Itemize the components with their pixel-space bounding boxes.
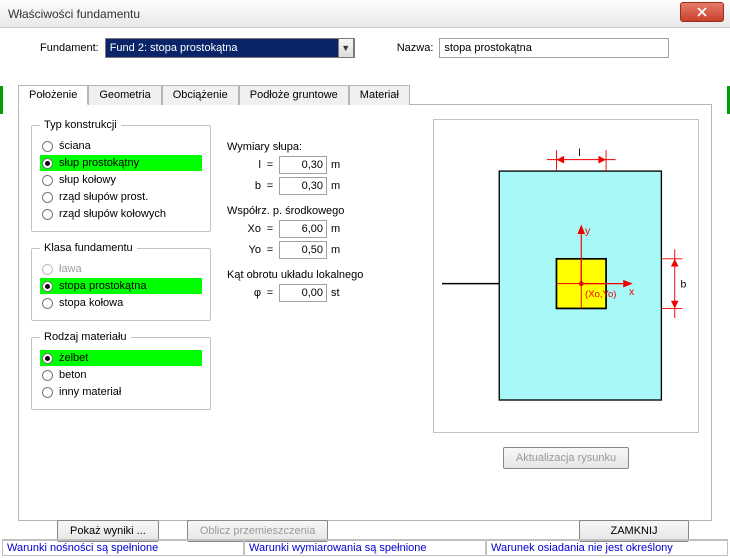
y-axis-label: y	[585, 226, 591, 237]
diagram-svg: y x (Xo,Yo) l	[442, 128, 690, 424]
phi-label: φ	[227, 287, 261, 299]
radio-stopa-kol[interactable]: stopa kołowa	[40, 295, 202, 311]
radio-stopa-prost[interactable]: stopa prostokątna	[40, 278, 202, 294]
decorative-stripe	[0, 86, 3, 114]
titlebar: Właściwości fundamentu	[0, 0, 730, 28]
diagram-frame: y x (Xo,Yo) l	[433, 119, 699, 433]
coord-label: Współrz. p. środkowego	[227, 205, 417, 217]
radio-inny[interactable]: inny materiał	[40, 384, 202, 400]
status-a: Warunki nośności są spełnione	[2, 540, 244, 556]
l-label: l	[227, 159, 261, 171]
status-c: Warunek osiadania nie jest określony	[486, 540, 728, 556]
radio-rzad-kol[interactable]: rząd słupów kołowych	[40, 206, 202, 222]
unit-st: st	[331, 287, 340, 299]
radio-beton[interactable]: beton	[40, 367, 202, 383]
tab-polozenie[interactable]: Położenie	[18, 85, 88, 105]
fundament-combo[interactable]: Fund 2: stopa prostokątna ▼	[105, 38, 355, 58]
dims-label: Wymiary słupa:	[227, 141, 417, 153]
update-drawing-button: Aktualizacja rysunku	[503, 447, 629, 469]
status-b: Warunki wymiarowania są spełnione	[244, 540, 486, 556]
group-typ-konstrukcji: Typ konstrukcji ściana słup prostokątny …	[31, 119, 211, 232]
close-icon[interactable]	[680, 2, 724, 22]
status-bar: Warunki nośności są spełnione Warunki wy…	[2, 539, 728, 556]
radio-rzad-prost[interactable]: rząd słupów prost.	[40, 189, 202, 205]
radio-sciana[interactable]: ściana	[40, 138, 202, 154]
top-row: Fundament: Fund 2: stopa prostokątna ▼ N…	[0, 28, 730, 64]
nazwa-input[interactable]	[439, 38, 669, 58]
group-material: Rodzaj materiału żelbet beton inny mater…	[31, 331, 211, 410]
l-input[interactable]	[279, 156, 327, 174]
xo-input[interactable]	[279, 220, 327, 238]
xo-label: Xo	[227, 223, 261, 235]
phi-input[interactable]	[279, 284, 327, 302]
fundament-value: Fund 2: stopa prostokątna	[110, 42, 238, 54]
fundament-label: Fundament:	[40, 42, 99, 54]
b-dim-label: b	[680, 279, 686, 290]
tabs: Położenie Geometria Obciążenie Podłoże g…	[18, 84, 712, 105]
yo-label: Yo	[227, 244, 261, 256]
tab-obciazenie[interactable]: Obciążenie	[162, 85, 239, 105]
group-klasa: Klasa fundamentu ława stopa prostokątna …	[31, 242, 211, 321]
radio-lawa: ława	[40, 261, 202, 277]
nazwa-label: Nazwa:	[397, 42, 434, 54]
radio-slup-kolowy[interactable]: słup kołowy	[40, 172, 202, 188]
radio-zelbet[interactable]: żelbet	[40, 350, 202, 366]
tab-podloze[interactable]: Podłoże gruntowe	[239, 85, 349, 105]
window-title: Właściwości fundamentu	[8, 7, 140, 21]
center-label: (Xo,Yo)	[585, 289, 616, 300]
tab-material[interactable]: Materiał	[349, 85, 410, 105]
tab-geometria[interactable]: Geometria	[88, 85, 161, 105]
b-input[interactable]	[279, 177, 327, 195]
legend-material: Rodzaj materiału	[40, 331, 131, 343]
legend-klasa: Klasa fundamentu	[40, 242, 137, 254]
chevron-down-icon[interactable]: ▼	[338, 38, 354, 58]
yo-input[interactable]	[279, 241, 327, 259]
b-label: b	[227, 180, 261, 192]
rot-label: Kąt obrotu układu lokalnego	[227, 269, 417, 281]
l-dim-label: l	[578, 148, 580, 159]
x-axis-label: x	[629, 287, 635, 298]
radio-slup-prost[interactable]: słup prostokątny	[40, 155, 202, 171]
unit-m: m	[331, 159, 340, 171]
legend-typ: Typ konstrukcji	[40, 119, 121, 131]
